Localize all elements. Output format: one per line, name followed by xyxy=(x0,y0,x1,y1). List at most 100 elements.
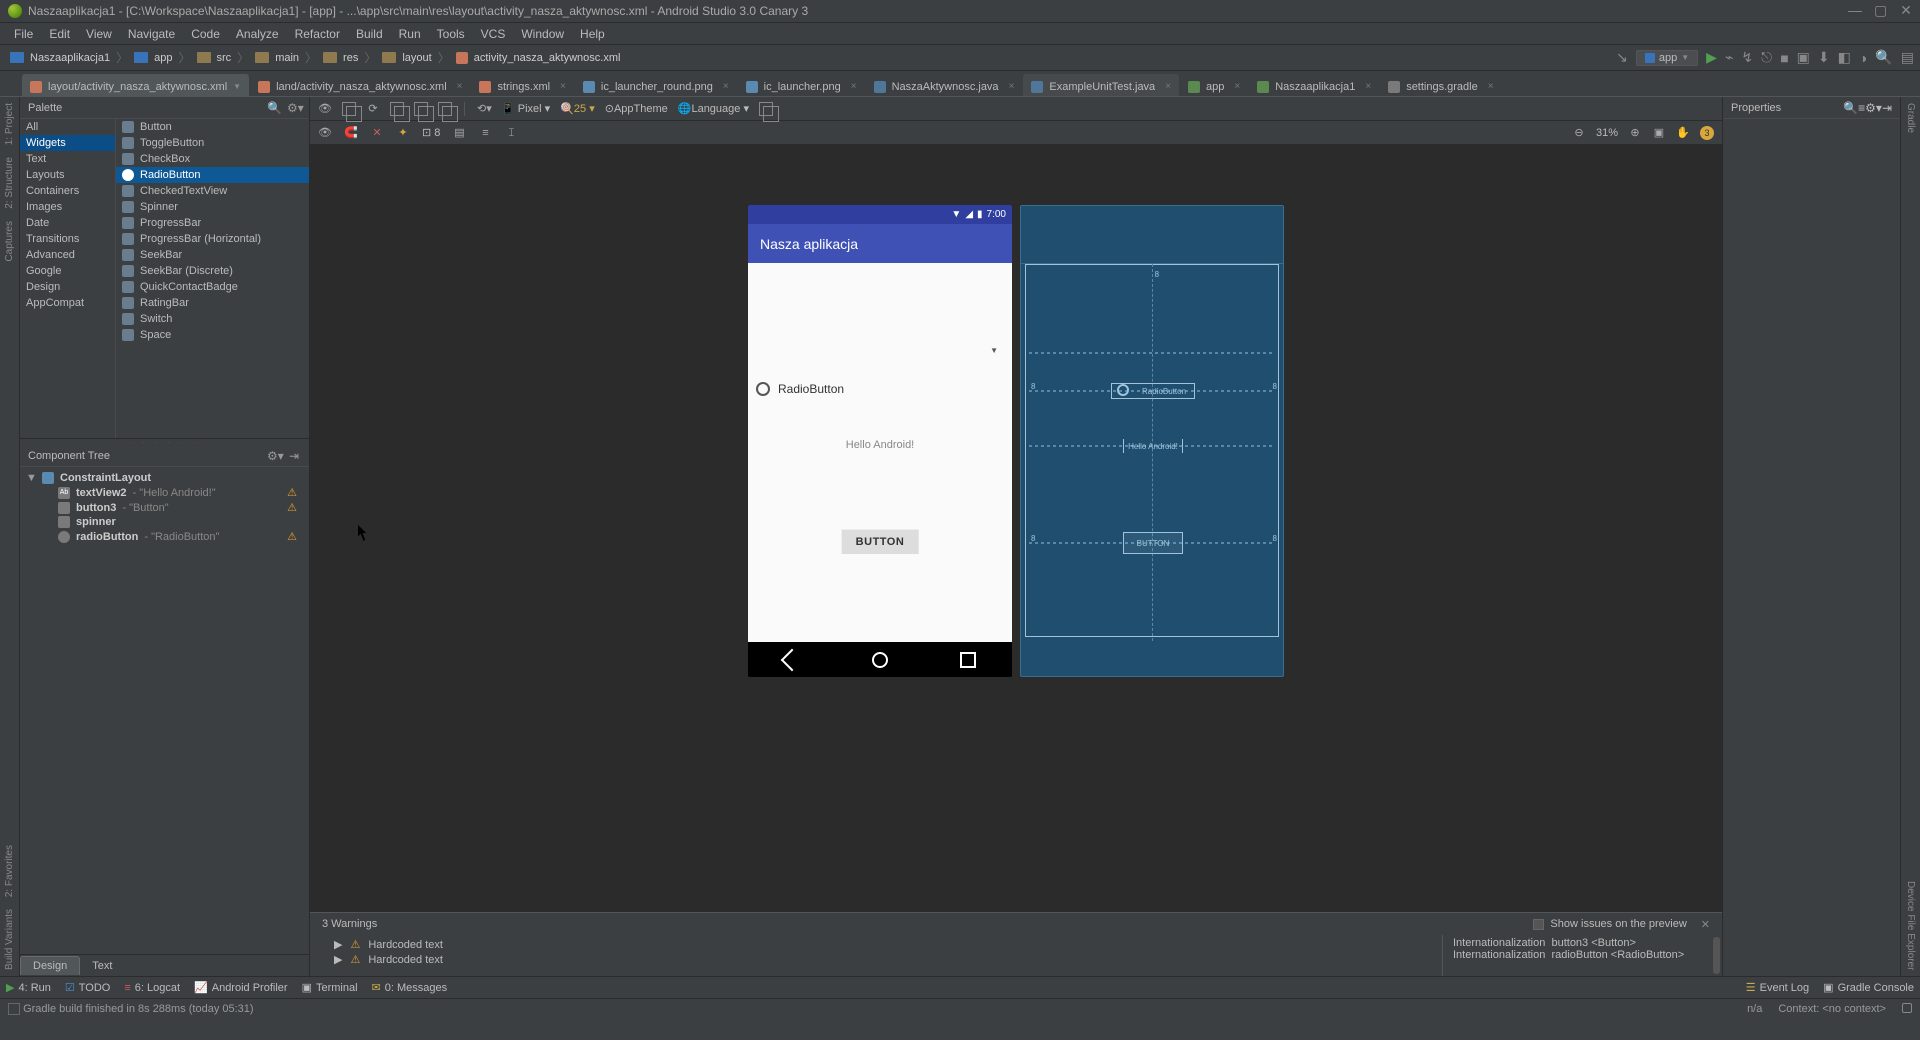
cat-google[interactable]: Google xyxy=(20,263,115,279)
avd-icon[interactable]: ▣ xyxy=(1797,49,1810,66)
theme-selector[interactable]: ⊙AppTheme xyxy=(605,102,668,115)
text-tab[interactable]: Text xyxy=(80,957,124,975)
scrollbar[interactable] xyxy=(1713,937,1720,974)
preview-spinner[interactable] xyxy=(756,340,1004,360)
tool-icon[interactable]: ◑ xyxy=(1859,50,1867,66)
gear-icon[interactable]: ⚙▾ xyxy=(287,101,301,115)
tab-ic-launcher-round[interactable]: ic_launcher_round.png× xyxy=(575,74,737,96)
tool-event-log[interactable]: ☰Event Log xyxy=(1746,981,1809,994)
tool-gradle-console[interactable]: ▣Gradle Console xyxy=(1823,981,1914,994)
cat-widgets[interactable]: Widgets xyxy=(20,135,115,151)
zoom-in-icon[interactable]: ⊕ xyxy=(1628,126,1642,140)
menu-code[interactable]: Code xyxy=(183,25,228,43)
bp-radiobutton[interactable]: RadioButton xyxy=(1111,383,1195,399)
gutter-favorites[interactable]: 2: Favorites xyxy=(4,839,15,903)
refresh-icon[interactable]: ⟳ xyxy=(366,102,380,116)
tab-strings[interactable]: strings.xml× xyxy=(471,74,573,96)
search-icon[interactable]: 🔍 xyxy=(267,101,281,115)
bp-button[interactable]: BUTTON xyxy=(1123,532,1183,554)
view-options-icon[interactable] xyxy=(414,102,428,116)
preview-textview[interactable]: Hello Android! xyxy=(748,439,1012,451)
zoom-out-icon[interactable]: ⊖ xyxy=(1572,126,1586,140)
pal-item-space[interactable]: Space xyxy=(116,327,309,343)
gutter-device-explorer[interactable]: Device File Explorer xyxy=(1905,875,1916,976)
crumb-app[interactable]: app xyxy=(130,52,176,64)
menu-edit[interactable]: Edit xyxy=(41,25,78,43)
device-content[interactable]: RadioButton Hello Android! BUTTON xyxy=(748,263,1012,642)
gear-icon[interactable]: ⚙▾ xyxy=(267,449,281,463)
pal-item-switch[interactable]: Switch xyxy=(116,311,309,327)
guidelines-icon[interactable]: 𝙸 xyxy=(504,126,518,140)
tool-run[interactable]: ▶4: Run xyxy=(6,981,51,994)
lock-icon[interactable] xyxy=(1902,1003,1912,1013)
stop-button[interactable]: ■ xyxy=(1780,50,1788,66)
crumb-res[interactable]: res xyxy=(319,52,362,64)
variant-icon[interactable] xyxy=(759,102,773,116)
zoom-fit-icon[interactable]: ▣ xyxy=(1652,126,1666,140)
infer-constraints-icon[interactable]: ✦ xyxy=(396,126,410,140)
pal-item-ratingbar[interactable]: RatingBar xyxy=(116,295,309,311)
profile-button[interactable]: ↯ xyxy=(1741,49,1753,66)
orientation-icon[interactable]: ⟲▾ xyxy=(477,102,491,116)
close-icon[interactable]: × xyxy=(1365,81,1371,92)
cat-text[interactable]: Text xyxy=(20,151,115,167)
tab-ic-launcher[interactable]: ic_launcher.png× xyxy=(738,74,865,96)
tool-icon[interactable]: ▤ xyxy=(1901,49,1914,66)
warning-icon[interactable]: ⚠ xyxy=(287,530,297,543)
crumb-layout[interactable]: layout xyxy=(378,52,435,64)
expand-icon[interactable]: ▼ xyxy=(26,472,36,484)
pan-icon[interactable]: ✋ xyxy=(1676,126,1690,140)
close-icon[interactable]: × xyxy=(1234,81,1240,92)
expand-icon[interactable]: ▶ xyxy=(334,938,342,951)
tree-button3[interactable]: button3 - "Button" ⚠ xyxy=(20,500,309,515)
pal-item-spinner[interactable]: Spinner xyxy=(116,199,309,215)
tab-layout-activity[interactable]: layout/activity_nasza_aktywnosc.xml▼ xyxy=(22,74,249,96)
minimize-button[interactable]: — xyxy=(1848,5,1860,17)
preview-button[interactable]: BUTTON xyxy=(842,529,919,554)
tool-terminal[interactable]: ▣Terminal xyxy=(302,981,358,994)
expand-icon[interactable]: ▶ xyxy=(334,953,342,966)
warning-icon[interactable]: ⚠ xyxy=(287,486,297,499)
cat-appcompat[interactable]: AppCompat xyxy=(20,295,115,311)
view-options-icon[interactable] xyxy=(390,102,404,116)
tree-root[interactable]: ▼ ConstraintLayout xyxy=(20,471,309,485)
tree-textview2[interactable]: Ab textView2 - "Hello Android!" ⚠ xyxy=(20,485,309,500)
pal-item-seekbar-d[interactable]: SeekBar (Discrete) xyxy=(116,263,309,279)
tool-todo[interactable]: ☑TODO xyxy=(65,981,110,994)
tool-logcat[interactable]: ≡6: Logcat xyxy=(124,982,180,994)
close-icon[interactable]: × xyxy=(851,81,857,92)
magnet-icon[interactable]: 🧲 xyxy=(344,126,358,140)
surface-select-icon[interactable] xyxy=(342,102,356,116)
tab-example-unit-test[interactable]: ExampleUnitTest.java× xyxy=(1023,74,1179,96)
menu-navigate[interactable]: Navigate xyxy=(120,25,183,43)
blueprint-device[interactable]: 8 8 8 RadioButton Hello Android! xyxy=(1020,205,1284,677)
menu-file[interactable]: File xyxy=(6,25,41,43)
pal-item-progressbar[interactable]: ProgressBar xyxy=(116,215,309,231)
tab-project-module[interactable]: Naszaaplikacja1× xyxy=(1249,74,1379,96)
filter-icon[interactable]: ≡ xyxy=(1858,101,1865,115)
pal-item-checkedtextview[interactable]: CheckedTextView xyxy=(116,183,309,199)
menu-help[interactable]: Help xyxy=(572,25,613,43)
bp-textview[interactable]: Hello Android! xyxy=(1123,439,1183,453)
close-icon[interactable]: × xyxy=(1165,81,1171,92)
cat-transitions[interactable]: Transitions xyxy=(20,231,115,247)
crumb-project[interactable]: Naszaaplikacja1 xyxy=(6,52,114,64)
api-selector[interactable]: 🍭25 ▾ xyxy=(560,102,595,115)
cat-advanced[interactable]: Advanced xyxy=(20,247,115,263)
preview-radiobutton[interactable]: RadioButton xyxy=(756,382,844,396)
pal-item-progressbar-h[interactable]: ProgressBar (Horizontal) xyxy=(116,231,309,247)
close-icon[interactable]: × xyxy=(560,81,566,92)
search-icon[interactable]: 🔍 xyxy=(1843,101,1858,115)
pal-item-button[interactable]: Button xyxy=(116,119,309,135)
close-icon[interactable]: ✕ xyxy=(1701,918,1710,931)
clear-constraints-icon[interactable]: ✕ xyxy=(370,126,384,140)
pal-item-seekbar[interactable]: SeekBar xyxy=(116,247,309,263)
menu-vcs[interactable]: VCS xyxy=(473,25,514,43)
sync-icon[interactable]: ↘ xyxy=(1616,49,1628,66)
show-issues-checkbox[interactable] xyxy=(1533,919,1544,930)
menu-refactor[interactable]: Refactor xyxy=(287,25,348,43)
view-mode-icon[interactable]: 👁 xyxy=(318,126,332,140)
tree-spinner[interactable]: spinner xyxy=(20,515,309,529)
gutter-gradle[interactable]: Gradle xyxy=(1905,97,1916,139)
tool-profiler[interactable]: 📈Android Profiler xyxy=(194,981,288,994)
